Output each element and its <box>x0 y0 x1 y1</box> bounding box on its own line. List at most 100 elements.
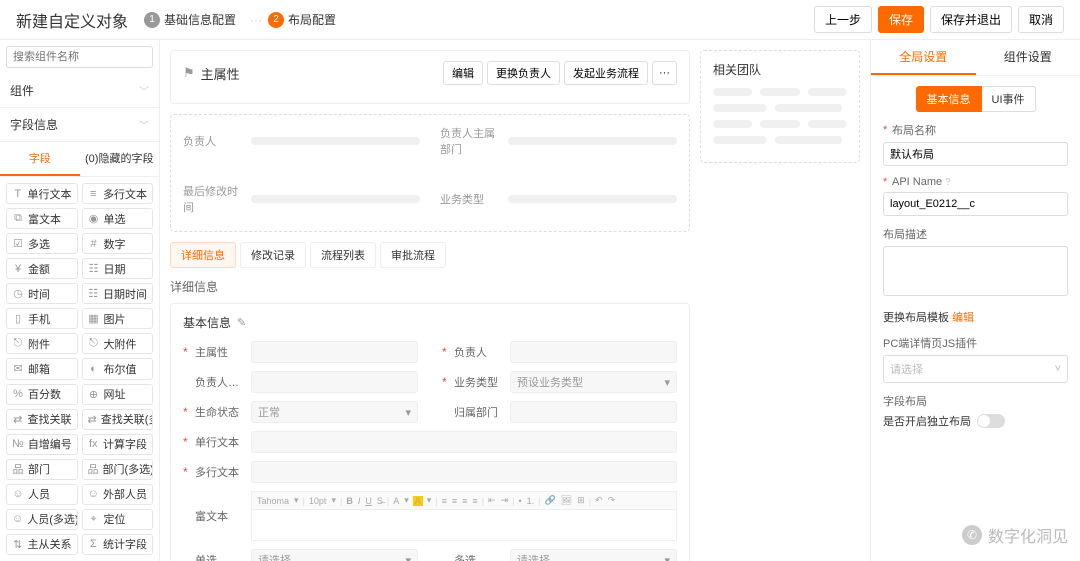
subtab-basic[interactable]: 基本信息 <box>916 86 982 112</box>
field-item[interactable]: ⧉富文本 <box>6 208 78 229</box>
field-label: 邮箱 <box>28 361 50 377</box>
field-item[interactable]: ☺外部人员 <box>82 484 154 505</box>
edit-button[interactable]: 编辑 <box>443 61 483 85</box>
field-item[interactable]: ▯手机 <box>6 308 78 329</box>
flag-icon: ⚑ <box>183 65 195 81</box>
field-item[interactable]: ◷时间 <box>6 283 78 304</box>
field-item[interactable]: 品部门(多选) <box>82 459 154 480</box>
rich-body[interactable] <box>251 509 677 541</box>
field-info-accordion[interactable]: 字段信息 ﹀ <box>0 108 159 142</box>
field-item[interactable]: fx计算字段 <box>82 434 154 455</box>
change-owner-button[interactable]: 更换负责人 <box>487 61 560 85</box>
field-item[interactable]: ☷日期时间 <box>82 283 154 304</box>
select-single[interactable]: 请选择 <box>251 549 418 561</box>
field-subtabs: 字段 (0)隐藏的字段 <box>0 142 159 177</box>
summary-owner-dept-value <box>508 137 677 145</box>
field-item[interactable]: ⇄查找关联(多… <box>82 409 154 430</box>
select-multi[interactable]: 请选择 <box>510 549 677 561</box>
input-single-text[interactable] <box>251 431 677 453</box>
field-item[interactable]: ¥金额 <box>6 258 78 279</box>
field-item[interactable]: ◐布尔值 <box>82 358 154 379</box>
field-item[interactable]: ☺人员(多选) <box>6 509 78 530</box>
search-input[interactable] <box>6 46 153 68</box>
rich-editor[interactable]: Tahoma▾| 10pt▾| BIUS̶| A▾A▾| ≡≡≡≡| ⇤⇥| •… <box>251 491 677 541</box>
cancel-button[interactable]: 取消 <box>1018 6 1064 33</box>
field-item[interactable]: ✉邮箱 <box>6 358 78 379</box>
field-grid: T单行文本≡多行文本⧉富文本◉单选☑多选#数字¥金额☷日期◷时间☷日期时间▯手机… <box>0 177 159 561</box>
step-2[interactable]: 2 布局配置 <box>268 11 336 28</box>
more-button[interactable]: ··· <box>652 61 677 85</box>
field-item[interactable]: ⊕网址 <box>82 384 154 405</box>
field-type-icon: ☑ <box>12 237 24 250</box>
field-item[interactable]: %百分数 <box>6 384 78 405</box>
textarea-layout-desc[interactable] <box>883 246 1068 296</box>
start-flow-button[interactable]: 发起业务流程 <box>564 61 648 85</box>
help-icon[interactable]: ? <box>945 177 951 188</box>
field-item[interactable]: T单行文本 <box>6 183 78 204</box>
prev-button[interactable]: 上一步 <box>814 6 872 33</box>
components-accordion[interactable]: 组件 ﹀ <box>0 74 159 108</box>
summary-biz-type: 业务类型 <box>440 183 677 215</box>
field-item[interactable]: ⇄查找关联 <box>6 409 78 430</box>
field-item[interactable]: Σ统计字段 <box>82 534 154 555</box>
input-multi-text[interactable] <box>251 461 677 483</box>
tab-component-settings[interactable]: 组件设置 <box>976 40 1080 75</box>
field-item[interactable]: ☑多选 <box>6 233 78 254</box>
field-item[interactable]: ▦图片 <box>82 308 154 329</box>
subtab-ui-event[interactable]: UI事件 <box>982 86 1036 112</box>
main-attr-head: ⚑ 主属性 编辑 更换负责人 发起业务流程 ··· <box>183 61 677 85</box>
field-label: 多行文本 <box>103 186 147 202</box>
rich-toolbar[interactable]: Tahoma▾| 10pt▾| BIUS̶| A▾A▾| ≡≡≡≡| ⇤⇥| •… <box>251 491 677 509</box>
field-type-icon: № <box>12 438 24 450</box>
tab-hidden-fields[interactable]: (0)隐藏的字段 <box>80 142 160 176</box>
select-life-state[interactable]: 正常 <box>251 401 418 423</box>
tab-approval[interactable]: 审批流程 <box>380 242 446 268</box>
input-belong-dept[interactable] <box>510 401 677 423</box>
field-type-icon: ☺ <box>12 513 23 525</box>
tab-change[interactable]: 修改记录 <box>240 242 306 268</box>
form-grid: *主属性 *负责人 负责人主… *业务类型预设业务类型 *生命状态正常 归属部门… <box>183 341 677 561</box>
field-item[interactable]: ≡多行文本 <box>82 183 154 204</box>
field-item[interactable]: ⌖定位 <box>82 509 154 530</box>
step-1-label: 基础信息配置 <box>164 11 236 28</box>
field-item[interactable]: #数字 <box>82 233 154 254</box>
row-single-sel: 单选请选择 <box>183 549 418 561</box>
input-owner-dept[interactable] <box>251 371 418 393</box>
row-biz-type: *业务类型预设业务类型 <box>442 371 677 393</box>
select-pc-js[interactable]: 请选择˅ <box>883 355 1068 383</box>
top-bar: 新建自定义对象 1 基础信息配置 ··· 2 布局配置 上一步 保存 保存并退出… <box>0 0 1080 40</box>
field-item[interactable]: 品部门 <box>6 459 78 480</box>
field-item[interactable]: ⎋附件 <box>6 333 78 354</box>
save-exit-button[interactable]: 保存并退出 <box>930 6 1012 33</box>
input-api-name[interactable] <box>883 192 1068 216</box>
input-main-attr[interactable] <box>251 341 418 363</box>
page-title: 新建自定义对象 <box>16 8 128 32</box>
tab-flow-list[interactable]: 流程列表 <box>310 242 376 268</box>
field-item[interactable]: №自增编号 <box>6 434 78 455</box>
field-item[interactable]: ⇅主从关系 <box>6 534 78 555</box>
tab-detail[interactable]: 详细信息 <box>170 242 236 268</box>
field-item[interactable]: ⎋大附件 <box>82 333 154 354</box>
main-attr-title: 主属性 <box>201 64 240 83</box>
edit-icon[interactable]: ✎ <box>237 316 246 329</box>
select-biz-type[interactable]: 预设业务类型 <box>510 371 677 393</box>
field-pc-js: PC端详情页JS插件 请选择˅ <box>883 335 1068 383</box>
input-layout-name[interactable] <box>883 142 1068 166</box>
step-1[interactable]: 1 基础信息配置 <box>144 11 236 28</box>
edit-template-link[interactable]: 编辑 <box>952 312 974 324</box>
field-info-label: 字段信息 <box>10 116 58 133</box>
field-label: 日期 <box>104 261 126 277</box>
toggle-indep-layout[interactable] <box>977 414 1005 428</box>
save-button[interactable]: 保存 <box>878 6 924 33</box>
row-life-state: *生命状态正常 <box>183 401 418 423</box>
field-layout-desc: 布局描述 <box>883 226 1068 299</box>
tab-global-settings[interactable]: 全局设置 <box>871 40 976 75</box>
field-item[interactable]: ☷日期 <box>82 258 154 279</box>
field-item[interactable]: ☺人员 <box>6 484 78 505</box>
field-change-template: 更换布局模板 编辑 <box>883 309 1068 325</box>
tab-fields[interactable]: 字段 <box>0 142 80 176</box>
field-item[interactable]: ◉单选 <box>82 208 154 229</box>
row-owner: *负责人 <box>442 341 677 363</box>
input-owner[interactable] <box>510 341 677 363</box>
basic-info-title: 基本信息 <box>183 314 231 331</box>
